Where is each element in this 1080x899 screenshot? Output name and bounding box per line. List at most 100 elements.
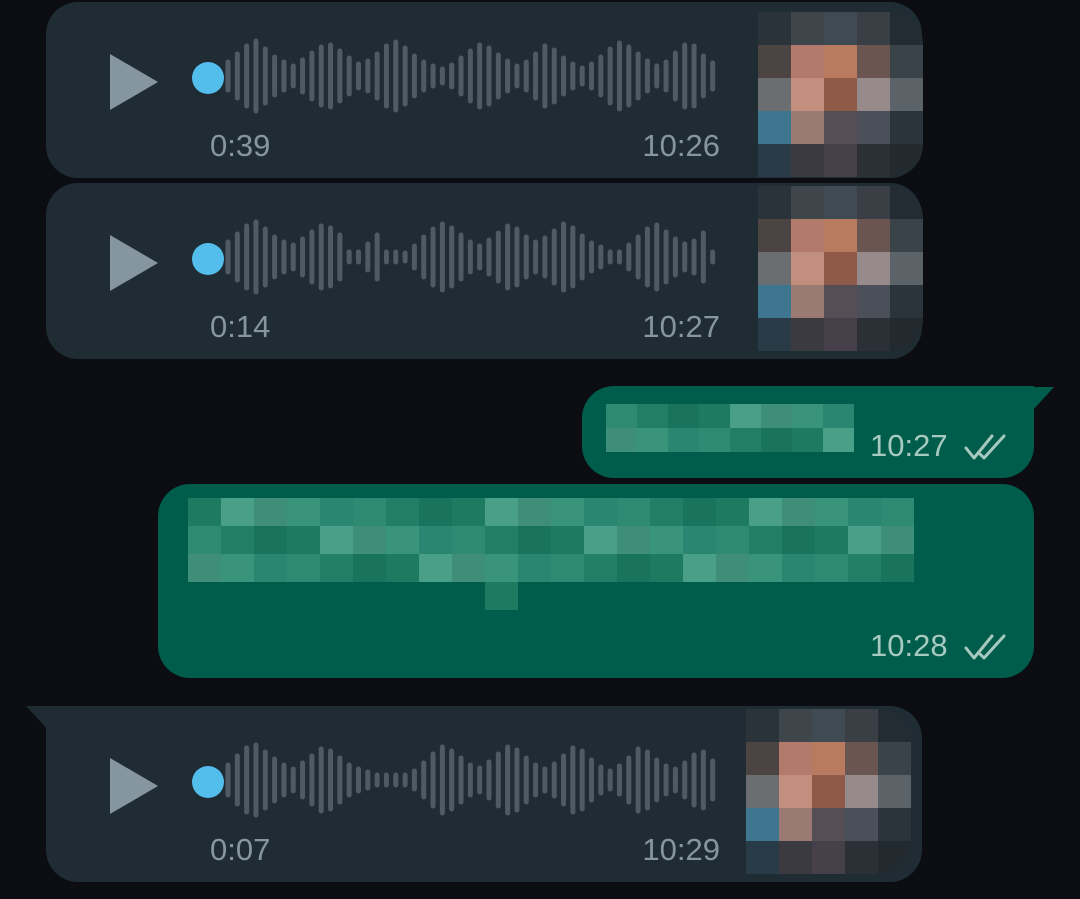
text-pixel (617, 526, 650, 554)
text-pixel (637, 404, 668, 428)
voice-message[interactable]: 0:14 10:27 (46, 183, 923, 359)
avatar-pixel (824, 111, 857, 144)
text-pixel (254, 526, 287, 554)
outgoing-text-message[interactable]: 10:27 (582, 386, 1034, 478)
sender-avatar[interactable] (746, 709, 911, 874)
avatar-pixel (812, 775, 845, 808)
text-pixel (683, 554, 716, 582)
text-pixel (551, 582, 584, 610)
text-pixel (683, 498, 716, 526)
voice-message[interactable]: 0:07 10:29 (46, 706, 922, 882)
text-pixel (730, 404, 761, 428)
avatar-pixel (890, 12, 923, 45)
sender-avatar[interactable] (758, 12, 923, 177)
avatar-pixel (890, 219, 923, 252)
text-pixel (683, 526, 716, 554)
avatar-pixel (857, 285, 890, 318)
avatar-pixel (779, 841, 812, 874)
text-pixel (584, 526, 617, 554)
avatar-pixel (758, 252, 791, 285)
avatar-pixel (746, 808, 779, 841)
text-pixel (485, 582, 518, 610)
avatar-pixel (791, 318, 824, 351)
text-pixel (452, 498, 485, 526)
text-pixel (650, 582, 683, 610)
text-pixel (221, 554, 254, 582)
text-pixel (716, 498, 749, 526)
text-pixel (668, 428, 699, 452)
avatar-pixel (779, 709, 812, 742)
text-pixel (761, 428, 792, 452)
message-time: 10:27 (642, 309, 720, 344)
voice-message[interactable]: 0:39 10:26 (46, 2, 923, 178)
sender-avatar[interactable] (758, 186, 923, 351)
waveform[interactable] (222, 742, 716, 818)
message-time: 10:27 (870, 428, 948, 463)
text-pixel (584, 582, 617, 610)
text-pixel (848, 554, 881, 582)
play-icon[interactable] (106, 231, 162, 295)
text-pixel (452, 554, 485, 582)
waveform[interactable] (222, 219, 716, 295)
text-pixel (518, 582, 551, 610)
play-icon[interactable] (106, 754, 162, 818)
text-pixel (749, 526, 782, 554)
text-pixel (823, 428, 854, 452)
text-pixel (452, 526, 485, 554)
text-pixel (353, 526, 386, 554)
text-pixel (749, 582, 782, 610)
text-pixel (386, 526, 419, 554)
avatar-pixel (779, 742, 812, 775)
text-pixel (761, 404, 792, 428)
text-pixel (606, 428, 637, 452)
avatar-pixel (878, 775, 911, 808)
avatar-pixel (878, 709, 911, 742)
text-pixel (254, 554, 287, 582)
playback-position-dot[interactable] (192, 243, 224, 275)
text-pixel (815, 526, 848, 554)
play-icon[interactable] (106, 50, 162, 114)
text-pixel (320, 498, 353, 526)
avatar-pixel (758, 78, 791, 111)
text-pixel (221, 582, 254, 610)
text-pixel (287, 526, 320, 554)
avatar-pixel (758, 285, 791, 318)
text-pixel (617, 582, 650, 610)
text-pixel (485, 554, 518, 582)
pixelated-message-text (188, 498, 914, 610)
text-pixel (782, 498, 815, 526)
avatar-pixel (824, 318, 857, 351)
text-pixel (353, 554, 386, 582)
voice-duration: 0:14 (210, 309, 271, 344)
text-pixel (518, 554, 551, 582)
text-pixel (881, 582, 914, 610)
text-pixel (287, 554, 320, 582)
text-pixel (823, 404, 854, 428)
avatar-pixel (845, 709, 878, 742)
text-pixel (386, 554, 419, 582)
avatar-pixel (791, 45, 824, 78)
playback-position-dot[interactable] (192, 766, 224, 798)
text-pixel (254, 498, 287, 526)
text-pixel (254, 582, 287, 610)
text-pixel (650, 498, 683, 526)
text-pixel (188, 554, 221, 582)
playback-position-dot[interactable] (192, 62, 224, 94)
text-pixel (287, 498, 320, 526)
text-pixel (716, 582, 749, 610)
outgoing-text-message[interactable]: 10:28 (158, 484, 1034, 678)
waveform[interactable] (222, 38, 716, 114)
text-pixel (551, 498, 584, 526)
text-pixel (749, 498, 782, 526)
text-pixel (353, 498, 386, 526)
text-pixel (386, 582, 419, 610)
avatar-pixel (857, 252, 890, 285)
avatar-pixel (857, 45, 890, 78)
text-pixel (815, 554, 848, 582)
text-pixel (518, 498, 551, 526)
text-pixel (815, 498, 848, 526)
text-pixel (848, 526, 881, 554)
text-pixel (419, 498, 452, 526)
text-pixel (606, 404, 637, 428)
text-pixel (815, 582, 848, 610)
